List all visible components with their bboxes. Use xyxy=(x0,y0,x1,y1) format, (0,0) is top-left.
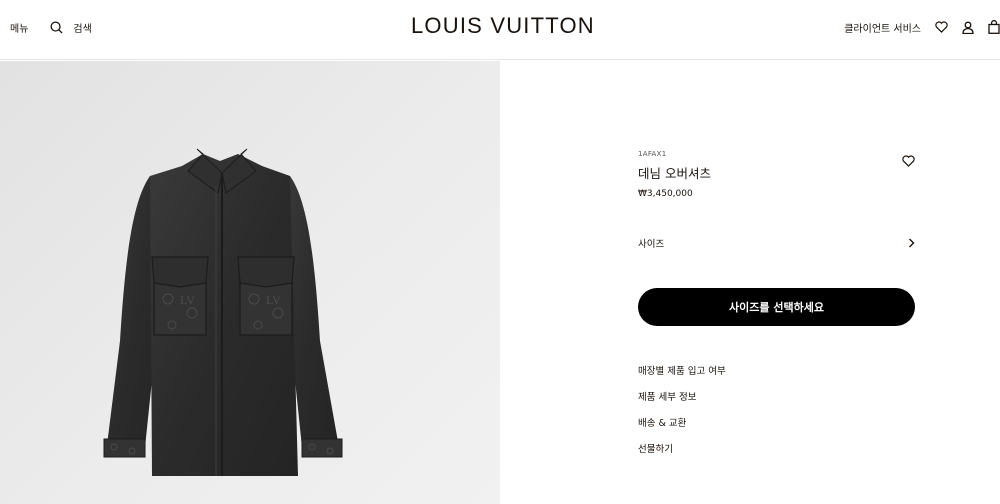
product-name: 데님 오버셔츠 xyxy=(638,166,711,181)
bag-icon xyxy=(988,20,1000,34)
chevron-right-icon xyxy=(909,238,915,248)
account-button[interactable] xyxy=(962,21,974,34)
add-to-wishlist-button[interactable] xyxy=(902,152,915,171)
header-left: 메뉴 검색 xyxy=(10,0,92,54)
menu-button[interactable]: 메뉴 xyxy=(10,20,28,35)
heart-icon xyxy=(902,155,915,167)
store-availability-link[interactable]: 매장별 제품 입고 여부 xyxy=(638,364,726,390)
denim-shirt-image: LV LV xyxy=(103,148,343,476)
search-label: 검색 xyxy=(73,23,92,35)
cart-button[interactable] xyxy=(988,20,1000,34)
user-icon xyxy=(962,21,974,34)
product-info: 1AFAX1 데님 오버셔츠 ₩3,450,000 xyxy=(638,150,915,199)
site-header: 메뉴 검색 LOUIS VUITTON 클라이언트 서비스 xyxy=(0,0,1000,60)
size-selector[interactable]: 사이즈 xyxy=(638,233,915,253)
wishlist-button[interactable] xyxy=(935,21,948,33)
select-size-button[interactable]: 사이즈를 선택하세요 xyxy=(638,288,915,326)
search-button[interactable]: 검색 xyxy=(50,20,92,35)
svg-text:LV: LV xyxy=(180,293,195,307)
size-label: 사이즈 xyxy=(638,239,665,250)
header-right: 클라이언트 서비스 xyxy=(844,0,1000,54)
product-details-link[interactable]: 제품 세부 정보 xyxy=(638,390,726,416)
search-icon xyxy=(50,20,63,34)
heart-icon xyxy=(935,21,948,33)
svg-text:LV: LV xyxy=(266,293,281,307)
product-links: 매장별 제품 입고 여부 제품 세부 정보 배송 & 교환 선물하기 xyxy=(638,364,726,468)
product-image[interactable]: LV LV xyxy=(0,61,500,504)
product-sku: 1AFAX1 xyxy=(638,150,667,158)
shipping-returns-link[interactable]: 배송 & 교환 xyxy=(638,416,726,442)
gift-link[interactable]: 선물하기 xyxy=(638,442,726,468)
client-service-link[interactable]: 클라이언트 서비스 xyxy=(844,20,921,35)
product-price: ₩3,450,000 xyxy=(638,189,693,199)
brand-logo[interactable]: LOUIS VUITTON xyxy=(411,13,595,39)
